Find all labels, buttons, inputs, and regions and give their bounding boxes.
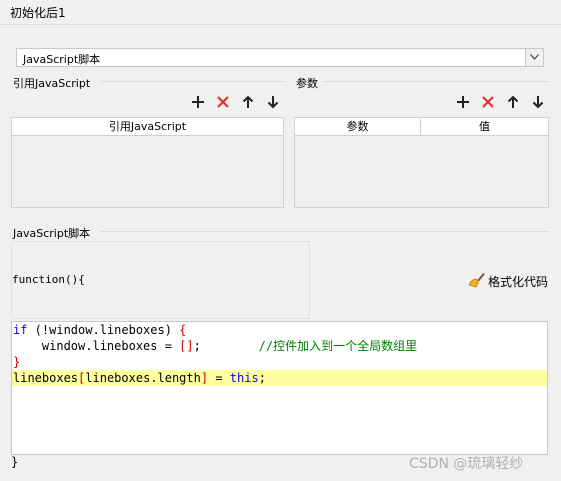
script-group-label: JavaScript脚本: [13, 227, 91, 240]
chevron-down-icon: [530, 54, 539, 60]
param-toolbar: [453, 92, 549, 112]
watermark: CSDN @琉璃轻纱: [409, 456, 524, 472]
ref-move-down-button[interactable]: [263, 92, 283, 112]
param-col-value-header[interactable]: 值: [421, 118, 548, 135]
param-table-header: 参数 值: [295, 118, 548, 136]
ref-delete-button[interactable]: [213, 92, 233, 112]
broom-icon: [468, 272, 485, 288]
script-type-select[interactable]: JavaScript脚本: [16, 48, 544, 67]
param-group-label: 参数: [296, 77, 318, 90]
param-delete-button[interactable]: [478, 92, 498, 112]
param-add-button[interactable]: [453, 92, 473, 112]
ref-move-up-button[interactable]: [238, 92, 258, 112]
code-line: if (!window.lineboxes) {: [13, 323, 187, 337]
ref-add-button[interactable]: [188, 92, 208, 112]
ref-table-header: 引用JavaScript: [12, 118, 283, 136]
arrow-down-icon: [532, 96, 544, 109]
param-group-divider: [323, 81, 549, 82]
window-title: 初始化后1: [10, 6, 66, 20]
delete-x-icon: [482, 96, 494, 108]
arrow-up-icon: [507, 95, 519, 108]
title-bar: 初始化后1: [0, 0, 561, 25]
ref-col-header[interactable]: 引用JavaScript: [12, 118, 283, 135]
code-line-current: lineboxes[lineboxes.length] = this;: [12, 370, 547, 386]
delete-x-icon: [217, 96, 229, 108]
ref-group-label: 引用JavaScript: [13, 77, 91, 90]
code-line: window.lineboxes = []; //控件加入到一个全局数组里: [13, 339, 418, 353]
format-code-label: 格式化代码: [488, 275, 549, 289]
dropdown-arrow-button[interactable]: [525, 49, 543, 66]
arrow-down-icon: [267, 96, 279, 109]
code-editor[interactable]: if (!window.lineboxes) { window.lineboxe…: [11, 321, 548, 455]
script-group-divider: [100, 231, 549, 232]
ref-table[interactable]: 引用JavaScript: [11, 117, 284, 208]
param-table[interactable]: 参数 值: [294, 117, 549, 208]
plus-icon: [457, 96, 469, 108]
plus-icon: [192, 96, 204, 108]
function-header-text: function(){: [12, 273, 85, 286]
function-closing-brace: }: [11, 455, 19, 469]
arrow-up-icon: [242, 95, 254, 108]
ref-group-divider: [100, 81, 286, 82]
param-move-down-button[interactable]: [528, 92, 548, 112]
script-type-value: JavaScript脚本: [23, 53, 101, 66]
param-col-name-header[interactable]: 参数: [295, 118, 421, 135]
param-move-up-button[interactable]: [503, 92, 523, 112]
ref-toolbar: [188, 92, 284, 112]
code-line: }: [13, 355, 21, 369]
